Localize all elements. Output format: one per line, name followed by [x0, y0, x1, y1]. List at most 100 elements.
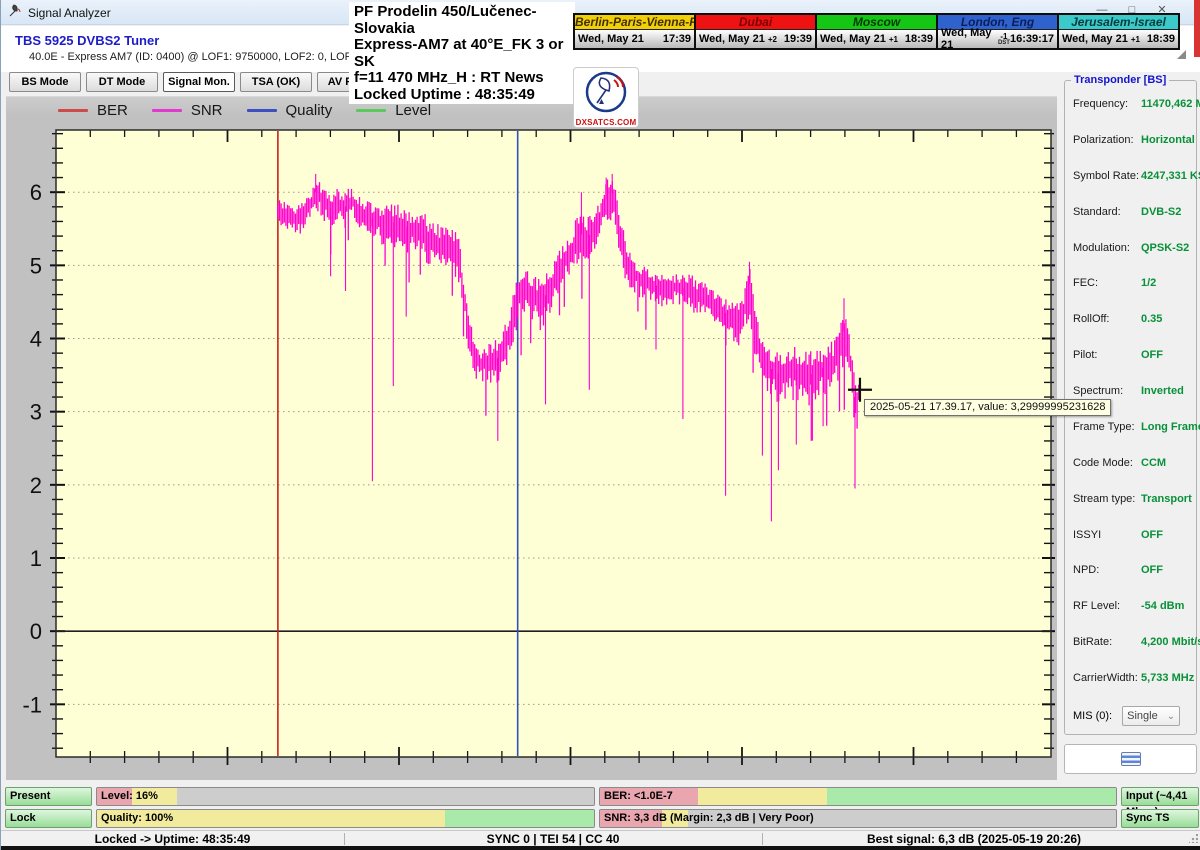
- field-value: 11470,462 MHz: [1141, 98, 1200, 110]
- clock-london-eng: London, EngWed, May 21-1DST16:39:17: [936, 13, 1059, 50]
- field-label: Stream type:: [1073, 493, 1141, 505]
- legend-label: Level: [395, 102, 431, 119]
- clock-date: Wed, May 21: [941, 27, 995, 51]
- field-value: Transport: [1141, 493, 1192, 505]
- legend-item-snr: SNR: [152, 102, 223, 119]
- transponder-row-code-mode: Code Mode:CCM: [1073, 457, 1191, 469]
- legend-label: Quality: [286, 102, 333, 119]
- transponder-row-rolloff: RollOff:0.35: [1073, 313, 1191, 325]
- mis-select[interactable]: Single ⌄: [1122, 706, 1180, 726]
- clock-time: 17:39: [663, 33, 691, 45]
- field-value: DVB-S2: [1141, 206, 1181, 218]
- clock-resize-grip[interactable]: [1177, 50, 1186, 59]
- field-label: Code Mode:: [1073, 457, 1141, 469]
- y-axis-label: 6: [30, 180, 42, 205]
- legend-label: SNR: [191, 102, 223, 119]
- clock-time: 18:39: [905, 33, 933, 45]
- clock-time-row: Wed, May 21-1DST16:39:17: [938, 30, 1057, 48]
- transponder-row-rf-level: RF Level:-54 dBm: [1073, 600, 1191, 612]
- field-value: Long Frame: [1141, 421, 1200, 433]
- field-label: Frame Type:: [1073, 421, 1141, 433]
- tuner-title: TBS 5925 DVBS2 Tuner: [15, 33, 159, 48]
- field-value: OFF: [1141, 564, 1163, 576]
- world-clocks-bar: Berlin-Paris-Vienna-Roma Wed, May 21 17:39…: [573, 13, 1180, 50]
- annotation-line: Locked Uptime : 48:35:49: [354, 87, 570, 104]
- field-label: RF Level:: [1073, 600, 1141, 612]
- clock-jerusalem-israel: Jerusalem-IsraelWed, May 21+118:39: [1057, 13, 1180, 50]
- field-label: Frequency:: [1073, 98, 1141, 110]
- field-label: Polarization:: [1073, 134, 1141, 146]
- mis-value: Single: [1127, 710, 1158, 722]
- clock-dst-label: DST: [998, 40, 1010, 46]
- field-label: ISSYI: [1073, 529, 1141, 541]
- clock-time-row: Wed, May 21+1 18:39: [817, 30, 936, 48]
- dxsatcs-logo: DXSATCS.COM: [573, 67, 639, 128]
- field-value: -54 dBm: [1141, 600, 1184, 612]
- legend-swatch: [58, 109, 88, 112]
- tab-bs-mode[interactable]: BS Mode: [9, 72, 81, 92]
- input-bitrate-indicator: Input (~4,41 Mbps): [1121, 787, 1199, 806]
- transponder-row-symbol-rate: Symbol Rate:4247,331 KS/s: [1073, 170, 1191, 182]
- signal-chart-svg[interactable]: -10123456: [6, 96, 1057, 780]
- annotation-line: Express-AM7 at 40°E_FK 3 or SK: [354, 37, 570, 70]
- annotation-line: PF Prodelin 450/Lučenec-Slovakia: [354, 4, 570, 37]
- transponder-row-modulation: Modulation:QPSK-S2: [1073, 242, 1191, 254]
- field-value: 4247,331 KS/s: [1141, 170, 1200, 182]
- transponder-row-frame-type: Frame Type:Long Frame: [1073, 421, 1191, 433]
- clock-offset-value: +2: [768, 36, 777, 43]
- field-value: OFF: [1141, 529, 1163, 541]
- clock-time: 18:39: [1147, 33, 1175, 45]
- field-value: 4,200 Mbit/s: [1141, 636, 1200, 648]
- y-axis-label: 3: [30, 400, 42, 425]
- field-label: NPD:: [1073, 564, 1141, 576]
- clock-utc-offset: +2: [768, 36, 777, 43]
- disk-icon: [1121, 752, 1141, 766]
- clock-utc-offset: -1DST: [998, 33, 1010, 46]
- clock-date: Wed, May 21: [1062, 33, 1128, 45]
- mis-row: MIS (0): Single ⌄: [1073, 706, 1191, 726]
- field-label: Symbol Rate:: [1073, 170, 1141, 182]
- clock-city-label: Berlin-Paris-Vienna-Roma: [575, 15, 694, 30]
- field-label: Spectrum:: [1073, 385, 1141, 397]
- field-label: Standard:: [1073, 206, 1141, 218]
- field-label: CarrierWidth:: [1073, 672, 1141, 684]
- field-label: FEC:: [1073, 277, 1141, 289]
- field-label: BitRate:: [1073, 636, 1141, 648]
- transponder-row-frequency: Frequency:11470,462 MHz: [1073, 98, 1191, 110]
- tab-signal-mon[interactable]: Signal Mon.: [163, 72, 235, 92]
- transponder-row-pilot: Pilot:OFF: [1073, 349, 1191, 361]
- clock-city-label: Moscow: [817, 15, 936, 30]
- clock-city-label: Jerusalem-Israel: [1059, 15, 1178, 30]
- level-progressbar: Level: 16%: [96, 787, 595, 806]
- transponder-row-bitrate: BitRate:4,200 Mbit/s: [1073, 636, 1191, 648]
- legend-item-ber: BER: [58, 102, 128, 119]
- tab-dt-mode[interactable]: DT Mode: [86, 72, 158, 92]
- y-axis-label: 0: [30, 619, 42, 644]
- field-label: Pilot:: [1073, 349, 1141, 361]
- plot-area[interactable]: [56, 130, 1051, 757]
- statusbar-segment-best-signal: Best signal: 6,3 dB (2025-05-19 20:26): [762, 832, 1186, 846]
- y-axis-label: -1: [22, 692, 42, 717]
- window-title: Signal Analyzer: [28, 6, 111, 20]
- app-icon: [8, 4, 23, 24]
- field-value: Horizontal: [1141, 134, 1195, 146]
- mis-label: MIS (0):: [1073, 710, 1112, 722]
- statusbar-divider: [762, 833, 763, 845]
- bar-label: Quality: 100%: [101, 810, 173, 827]
- bar-fill-segment: [827, 788, 1116, 805]
- clock-time: 19:39: [784, 33, 812, 45]
- transponder-row-spectrum: Spectrum:Inverted: [1073, 385, 1191, 397]
- legend-item-quality: Quality: [247, 102, 333, 119]
- y-axis-label: 5: [30, 253, 42, 278]
- clock-offset-value: -1: [1000, 33, 1007, 40]
- clock-date: Wed, May 21: [699, 33, 765, 45]
- tab-tsa-ok[interactable]: TSA (OK): [240, 72, 312, 92]
- statusbar-resize-grip[interactable]: [1189, 834, 1198, 843]
- transponder-row-polarization: Polarization:Horizontal: [1073, 134, 1191, 146]
- statusbar: Locked -> Uptime: 48:35:49 SYNC 0 | TEI …: [1, 830, 1200, 846]
- clock-date: Wed, May 21: [578, 33, 644, 45]
- clock-offset-value: +1: [889, 36, 898, 43]
- legend-swatch: [356, 109, 386, 112]
- clock-date: Wed, May 21: [820, 33, 886, 45]
- save-button[interactable]: [1064, 744, 1197, 774]
